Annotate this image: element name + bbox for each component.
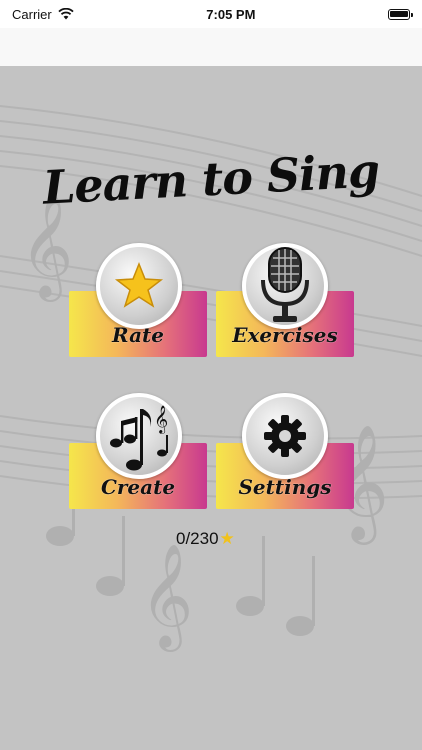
svg-text:𝄞: 𝄞 xyxy=(140,543,193,652)
rate-icon-circle[interactable] xyxy=(96,243,182,329)
battery-icon xyxy=(388,8,413,20)
microphone-icon xyxy=(261,247,309,322)
svg-text:𝄞: 𝄞 xyxy=(154,405,168,434)
wifi-icon xyxy=(58,8,74,20)
score-text: 0/230 xyxy=(176,529,219,548)
settings-icon-circle[interactable] xyxy=(242,393,328,479)
navigation-bar xyxy=(0,28,422,66)
score-counter: 0/230 ★ xyxy=(176,529,235,549)
star-icon: ★ xyxy=(219,529,235,548)
carrier-label: Carrier xyxy=(12,6,52,22)
create-icon-circle[interactable]: 𝄞 xyxy=(96,393,182,479)
clock: 7:05 PM xyxy=(206,6,256,22)
status-bar-left: Carrier xyxy=(12,7,74,22)
status-bar: Carrier 7:05 PM xyxy=(0,0,422,28)
star-icon xyxy=(114,261,164,308)
gear-icon xyxy=(264,415,306,457)
music-notes-icon: 𝄞 xyxy=(110,405,168,471)
exercises-icon-circle[interactable] xyxy=(242,243,328,329)
